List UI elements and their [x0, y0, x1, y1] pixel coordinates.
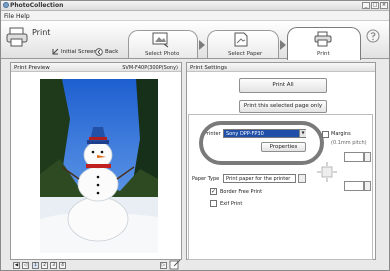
printer-icon	[6, 27, 28, 47]
step-select-photo-label: Select Photo	[145, 51, 180, 57]
print-settings-panel: Print Settings Print All Print this sele…	[186, 62, 376, 260]
paper-icon	[234, 32, 248, 47]
prev-page-button[interactable]: ◁	[22, 262, 29, 269]
window-title: PhotoCollection	[10, 2, 64, 9]
initial-screen-icon	[52, 48, 59, 55]
exif-label: Exif Print	[220, 201, 243, 207]
margin-bottom-input[interactable]	[344, 181, 364, 191]
back-icon	[95, 48, 103, 56]
margins-checkbox[interactable]	[322, 131, 329, 138]
border-free-label: Border Free Print	[220, 189, 263, 195]
menu-file[interactable]: File	[4, 13, 14, 20]
paper-type-button[interactable]	[298, 174, 306, 183]
print-settings-header: Print Settings	[187, 63, 375, 72]
page-button[interactable]: 3	[50, 262, 57, 269]
paper-size-label: SVM-F40P(300P(Sony)	[122, 65, 178, 71]
page-button[interactable]: 2	[41, 262, 48, 269]
page-button[interactable]: 4	[59, 262, 66, 269]
paper-type-value: Print paper for the printer	[226, 176, 291, 182]
border-free-checkbox[interactable]: ✓	[210, 188, 217, 195]
menu-bar	[1, 11, 389, 21]
step-arrow-icon	[280, 40, 286, 50]
step-select-paper-label: Select Paper	[228, 51, 263, 57]
highlight-oval	[199, 121, 324, 165]
back-button[interactable]: Back	[105, 49, 118, 55]
maximize-button[interactable]: □	[371, 2, 379, 9]
print-step-icon	[314, 31, 332, 47]
print-selected-button[interactable]: Print this selected page only	[239, 100, 327, 113]
print-settings-title: Print Settings	[190, 65, 227, 71]
menu-help[interactable]: Help	[16, 13, 30, 20]
preview-photo[interactable]	[40, 79, 158, 253]
initial-screen-button[interactable]: Initial Screen	[61, 49, 97, 55]
exif-checkbox[interactable]	[210, 200, 217, 207]
print-preview-panel: Print Preview SVM-F40P(300P(Sony)	[10, 62, 182, 260]
mode-title: Print	[32, 28, 51, 37]
first-page-button[interactable]: ◀	[13, 262, 20, 269]
margins-label: Margins	[331, 131, 351, 137]
margin-direction-icon	[317, 162, 337, 182]
minimize-button[interactable]: _	[362, 2, 370, 9]
close-button[interactable]: ×	[380, 2, 388, 9]
photo-icon	[152, 32, 169, 48]
page-button[interactable]: 1	[32, 262, 39, 269]
app-icon	[3, 2, 9, 8]
step-print-label: Print	[317, 51, 330, 57]
help-icon[interactable]	[366, 29, 380, 43]
print-preview-title: Print Preview	[14, 65, 50, 71]
edit-page-icon[interactable]	[169, 259, 181, 270]
margin-bottom-stepper[interactable]	[364, 181, 371, 191]
margin-top-stepper[interactable]	[364, 152, 371, 162]
paper-type-select[interactable]: Print paper for the printer	[223, 174, 296, 183]
print-all-button[interactable]: Print All	[239, 78, 327, 93]
next-page-button[interactable]: ▷	[160, 262, 167, 269]
step-arrow-icon	[199, 40, 205, 50]
margins-unit: (0.1mm pitch)	[331, 140, 367, 146]
margin-top-input[interactable]	[344, 152, 364, 162]
paper-type-label: Paper Type	[192, 176, 220, 182]
